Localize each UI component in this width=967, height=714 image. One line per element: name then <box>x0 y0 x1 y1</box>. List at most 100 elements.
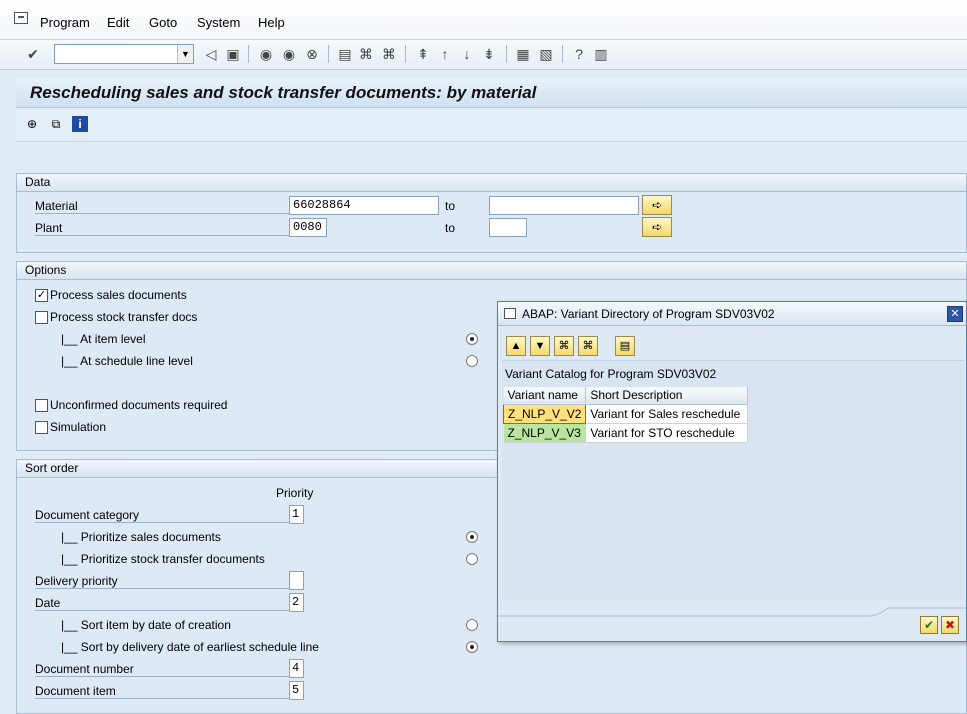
shortcut-icon[interactable]: ▧ <box>537 45 555 63</box>
sort-creation-label: |__ Sort item by date of creation <box>61 618 231 632</box>
checkmark-icon[interactable]: ✔ <box>920 616 938 634</box>
chevron-down-icon[interactable]: ▼ <box>177 45 193 63</box>
date-label: Date <box>35 596 289 611</box>
find-icon[interactable]: ⌘ <box>554 336 574 356</box>
document-category-label: Document category <box>35 508 289 523</box>
find-next-icon[interactable]: ⌘ <box>578 336 598 356</box>
delivery-priority-input[interactable] <box>289 571 304 590</box>
page-title: Rescheduling sales and stock transfer do… <box>30 83 537 102</box>
next-page-icon[interactable]: ↓ <box>458 45 476 63</box>
at-schedule-line-label: |__ At schedule line level <box>61 354 193 368</box>
variant-description-cell[interactable]: Variant for Sales reschedule <box>585 404 749 424</box>
application-toolbar: ⊕ ⧉ i <box>16 110 967 142</box>
sort-ascending-icon[interactable]: ▲ <box>506 336 526 356</box>
at-item-level-radio[interactable] <box>466 333 478 345</box>
process-sto-label: Process stock transfer docs <box>50 310 198 324</box>
sort-creation-radio[interactable] <box>466 619 478 631</box>
plant-to-label: to <box>445 221 456 235</box>
unconfirmed-label: Unconfirmed documents required <box>50 398 228 412</box>
document-item-input[interactable]: 5 <box>289 681 304 700</box>
process-sales-label: Process sales documents <box>50 288 187 302</box>
menu-program[interactable]: Program <box>40 15 90 30</box>
at-schedule-line-radio[interactable] <box>466 355 478 367</box>
dialog-body: Variant Catalog for Program SDV03V02 Var… <box>502 360 964 600</box>
find-next-icon[interactable]: ⌘ <box>380 45 398 63</box>
simulation-label: Simulation <box>50 420 107 434</box>
help-icon[interactable]: ? <box>570 45 588 63</box>
variant-description-cell[interactable]: Variant for STO reschedule <box>585 423 749 443</box>
process-sto-checkbox[interactable] <box>35 311 48 324</box>
document-number-input[interactable]: 4 <box>289 659 304 678</box>
dialog-title: ABAP: Variant Directory of Program SDV03… <box>522 307 775 321</box>
save-icon[interactable]: ▣ <box>224 45 242 63</box>
prioritize-sto-label: |__ Prioritize stock transfer documents <box>61 552 265 566</box>
table-row[interactable]: Z_NLP_V_V2 Variant for Sales reschedule <box>502 403 749 424</box>
footer-curve <box>498 607 966 617</box>
page-title-bar: Rescheduling sales and stock transfer do… <box>16 78 967 108</box>
document-number-label: Document number <box>35 662 289 677</box>
cancel-icon[interactable]: ⊗ <box>303 45 321 63</box>
variant-icon[interactable]: ⧉ <box>48 116 64 132</box>
sort-delivery-label: |__ Sort by delivery date of earliest sc… <box>61 640 319 654</box>
last-page-icon[interactable]: ⇟ <box>480 45 498 63</box>
delivery-priority-label: Delivery priority <box>35 574 289 589</box>
previous-page-icon[interactable]: ↑ <box>436 45 454 63</box>
enter-icon[interactable]: ✔ <box>24 45 42 63</box>
back-arrow-icon[interactable]: ◁ <box>202 45 220 63</box>
menu-goto[interactable]: Goto <box>149 15 177 30</box>
plant-to-input[interactable] <box>489 218 527 237</box>
prioritize-sales-radio[interactable] <box>466 531 478 543</box>
cross-icon[interactable]: ✖ <box>941 616 959 634</box>
material-to-label: to <box>445 199 456 213</box>
window-menu-icon[interactable] <box>14 12 28 24</box>
variant-name-cell[interactable]: Z_NLP_V_V3 <box>503 423 587 443</box>
options-group-header: Options <box>17 262 966 280</box>
document-category-input[interactable]: 1 <box>289 505 304 524</box>
process-sales-checkbox[interactable]: ✓ <box>35 289 48 302</box>
dialog-title-bar: ABAP: Variant Directory of Program SDV03… <box>498 302 966 326</box>
menu-bar: Program Edit Goto System Help <box>0 0 967 40</box>
window-icon <box>504 308 516 319</box>
plant-multiple-selection-button[interactable]: ➪ <box>642 217 672 237</box>
info-icon[interactable]: i <box>72 116 88 132</box>
print-icon[interactable]: ▤ <box>336 45 354 63</box>
unconfirmed-checkbox[interactable] <box>35 399 48 412</box>
prioritize-sto-radio[interactable] <box>466 553 478 565</box>
data-group-header: Data <box>17 174 966 192</box>
material-label: Material <box>35 199 289 214</box>
menu-system[interactable]: System <box>197 15 240 30</box>
prioritize-sales-label: |__ Prioritize sales documents <box>61 530 221 544</box>
priority-header: Priority <box>276 486 314 500</box>
column-header-short-description[interactable]: Short Description <box>585 387 749 405</box>
create-session-icon[interactable]: ▦ <box>514 45 532 63</box>
variant-table: Variant name Short Description Z_NLP_V_V… <box>502 387 749 443</box>
at-item-level-label: |__ At item level <box>61 332 146 346</box>
back-icon[interactable]: ◉ <box>257 45 275 63</box>
variant-directory-dialog: ABAP: Variant Directory of Program SDV03… <box>497 301 967 642</box>
menu-edit[interactable]: Edit <box>107 15 129 30</box>
data-group: Data Material 66028864 to ➪ Plant 0080 t… <box>16 173 967 253</box>
table-row[interactable]: Z_NLP_V_V3 Variant for STO reschedule <box>503 423 749 443</box>
exit-icon[interactable]: ◉ <box>280 45 298 63</box>
variant-catalog-title: Variant Catalog for Program SDV03V02 <box>505 367 717 381</box>
filter-icon[interactable]: ▼ <box>530 336 550 356</box>
material-multiple-selection-button[interactable]: ➪ <box>642 195 672 215</box>
first-page-icon[interactable]: ⇞ <box>414 45 432 63</box>
print-icon[interactable]: ▤ <box>615 336 635 356</box>
layout-icon[interactable]: ▥ <box>592 45 610 63</box>
execute-icon[interactable]: ⊕ <box>24 116 40 132</box>
plant-from-input[interactable]: 0080 <box>289 218 327 237</box>
document-item-label: Document item <box>35 684 289 699</box>
find-icon[interactable]: ⌘ <box>357 45 375 63</box>
material-to-input[interactable] <box>489 196 639 215</box>
standard-toolbar: ✔ ▼ ◁ ▣ ◉ ◉ ⊗ ▤ ⌘ ⌘ ⇞ ↑ ↓ ⇟ ▦ ▧ ? ▥ <box>0 40 967 70</box>
close-icon[interactable]: ✕ <box>947 306 963 322</box>
variant-name-cell[interactable]: Z_NLP_V_V2 <box>502 403 587 424</box>
menu-help[interactable]: Help <box>258 15 285 30</box>
simulation-checkbox[interactable] <box>35 421 48 434</box>
date-input[interactable]: 2 <box>289 593 304 612</box>
sort-delivery-radio[interactable] <box>466 641 478 653</box>
material-from-input[interactable]: 66028864 <box>289 196 439 215</box>
column-header-variant-name[interactable]: Variant name <box>503 387 587 405</box>
command-field[interactable]: ▼ <box>54 44 194 64</box>
